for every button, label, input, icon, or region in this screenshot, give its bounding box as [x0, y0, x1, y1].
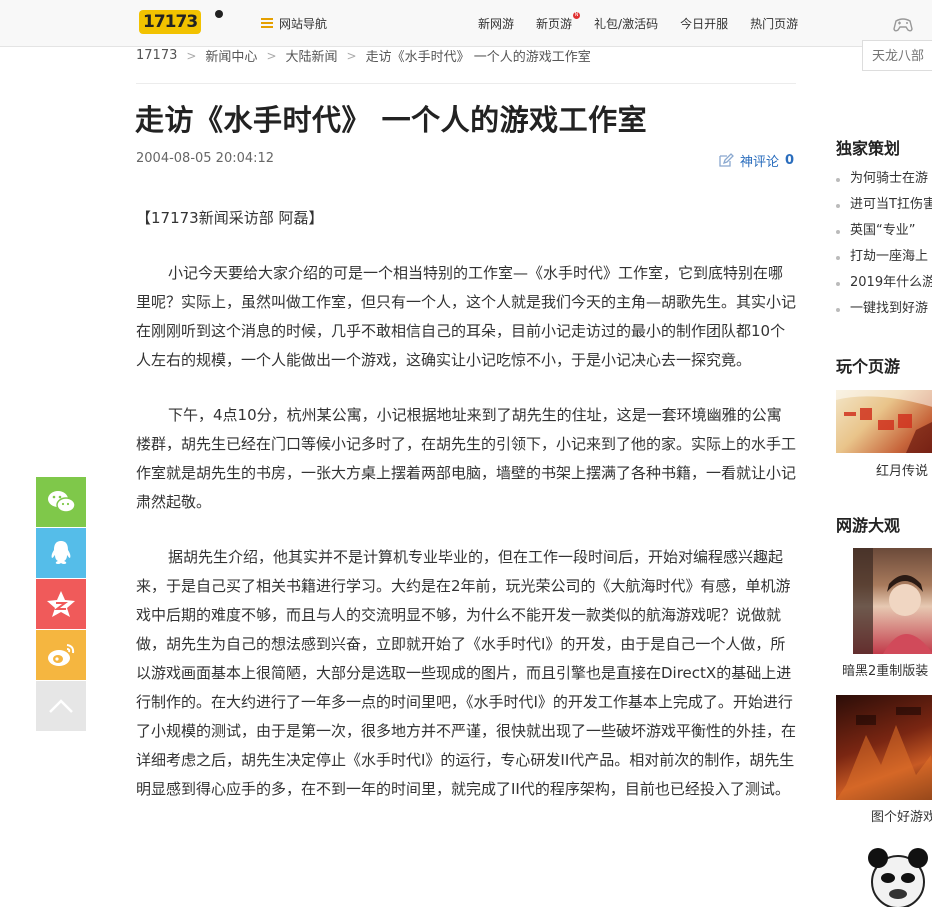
article-title: 走访《水手时代》 一个人的游戏工作室: [135, 103, 648, 137]
comment-label: 神评论: [740, 155, 780, 170]
list-item[interactable]: 英国“专业”: [836, 222, 932, 248]
comment-count: 0: [785, 153, 795, 168]
qzone-share-button[interactable]: [36, 579, 86, 629]
list-item[interactable]: 为何骑士在游: [836, 170, 932, 196]
mmo-caption-2[interactable]: 图个好游戏: [871, 806, 932, 825]
article-paragraph: 据胡先生介绍，他其实并不是计算机专业毕业的，但在工作一段时间后，开始对编程感兴趣…: [136, 548, 797, 798]
list-item[interactable]: 打劫一座海上: [836, 248, 932, 274]
meme-thumbnail[interactable]: [858, 840, 932, 907]
mmo-thumbnail-2[interactable]: [836, 695, 932, 800]
game-banner-image: [836, 390, 932, 453]
breadcrumb-home[interactable]: 17173: [136, 48, 177, 63]
list-item[interactable]: 2019年什么游: [836, 274, 932, 300]
chevron-right-icon: >: [266, 48, 277, 63]
fire-scene-image: [836, 707, 932, 800]
sidebar-exclusive-title: 独家策划: [836, 139, 901, 158]
sidebar-mmo-title: 网游大观: [836, 516, 901, 535]
comment-link[interactable]: 神评论 0: [718, 151, 794, 170]
character-image: [853, 548, 932, 654]
breadcrumb: 17173 > 新闻中心 > 大陆新闻 > 走访《水手时代》 一个人的游戏工作室: [136, 46, 591, 65]
chevron-right-icon: >: [186, 48, 197, 63]
webgame-caption[interactable]: 红月传说: [876, 460, 928, 479]
logo-dot: [215, 10, 223, 18]
article-byline: 【17173新闻采访部 阿磊】: [136, 209, 324, 227]
logo-text: 17173: [139, 10, 202, 34]
breadcrumb-news-center[interactable]: 新闻中心: [205, 46, 257, 65]
mmo-caption-1[interactable]: 暗黑2重制版装: [842, 660, 928, 679]
edit-icon: [719, 153, 734, 167]
wechat-share-button[interactable]: [36, 477, 86, 527]
top-menu-item-gift-codes[interactable]: 礼包/激活码: [594, 15, 658, 32]
webgame-thumbnail[interactable]: [836, 390, 932, 453]
top-menu-item-new-web-games[interactable]: 新页游 N: [536, 12, 581, 32]
search-input[interactable]: [862, 40, 932, 71]
top-menu: 新网游 新页游 N 礼包/激活码 今日开服 热门页游: [478, 12, 820, 32]
site-logo[interactable]: 17173: [139, 10, 225, 38]
mmo-thumbnail-1[interactable]: [853, 548, 932, 654]
share-bar: [36, 477, 86, 732]
qq-share-button[interactable]: [36, 528, 86, 578]
gamepad-icon[interactable]: [892, 15, 914, 33]
publish-date: 2004-08-05 20:04:12: [136, 151, 275, 166]
divider: [136, 83, 796, 84]
sidebar-webgame-title: 玩个页游: [836, 357, 901, 376]
panda-meme-image: [868, 848, 928, 907]
article-body: 【17173新闻采访部 阿磊】 小记今天要给大家介绍的可是一个相当特别的工作室—…: [136, 204, 796, 830]
article-paragraph: 小记今天要给大家介绍的可是一个相当特别的工作室—《水手时代》工作室，它到底特别在…: [136, 264, 797, 369]
top-menu-item-hot-web-games[interactable]: 热门页游: [750, 15, 798, 32]
article-paragraph: 下午，4点10分，杭州某公寓，小记根据地址来到了胡先生的住址，这是一套环境幽雅的…: [136, 406, 797, 511]
menu-icon: [261, 18, 273, 29]
site-nav-button[interactable]: 网站导航: [261, 15, 327, 32]
chevron-right-icon: >: [346, 48, 357, 63]
top-menu-item-new-online-games[interactable]: 新网游: [478, 15, 514, 32]
site-nav-label: 网站导航: [279, 17, 328, 31]
wechat-icon: [48, 491, 76, 513]
breadcrumb-current: 走访《水手时代》 一个人的游戏工作室: [365, 50, 591, 65]
top-navigation-bar: 17173 网站导航 新网游 新页游 N 礼包/激活码 今日开服 热门页游: [0, 0, 932, 47]
list-item[interactable]: 进可当T扛伤害: [836, 196, 932, 222]
top-menu-item-server-open[interactable]: 今日开服: [680, 15, 728, 32]
top-menu-label: 新页游: [536, 17, 573, 31]
qq-icon: [51, 541, 71, 564]
chevron-up-icon: [49, 699, 73, 713]
weibo-icon: [48, 644, 75, 666]
breadcrumb-mainland-news[interactable]: 大陆新闻: [286, 46, 338, 65]
qzone-icon: [47, 591, 75, 617]
new-badge: N: [573, 12, 581, 19]
back-to-top-button[interactable]: [36, 681, 86, 731]
exclusive-list: 为何骑士在游 进可当T扛伤害 英国“专业” 打劫一座海上 2019年什么游 一键…: [836, 170, 932, 326]
weibo-share-button[interactable]: [36, 630, 86, 680]
list-item[interactable]: 一键找到好游: [836, 300, 932, 326]
